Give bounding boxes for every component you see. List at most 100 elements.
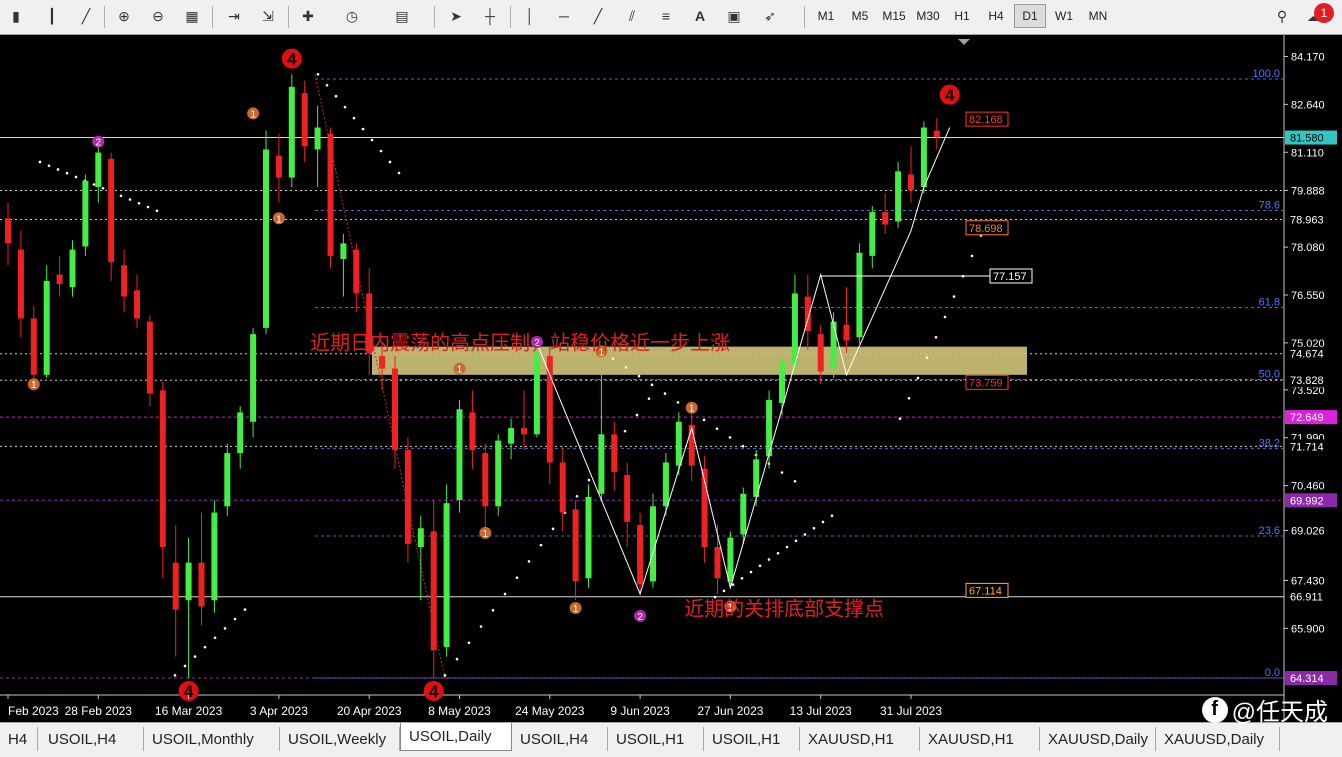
wave-marker-label: 1	[31, 380, 37, 391]
price-chart[interactable]: 100.078.661.850.038.223.60.044 4421112111…	[0, 35, 1342, 721]
candle-body	[340, 243, 347, 259]
price-tick-label: 76.550	[1291, 290, 1325, 302]
wave-marker-label: 4	[287, 50, 297, 69]
toolbar-separator	[510, 6, 511, 28]
wave-marker-label: 1	[250, 109, 256, 120]
candle-body	[843, 324, 850, 341]
sar-dot	[821, 520, 825, 524]
candle-body	[920, 127, 927, 187]
search-icon[interactable]: ⚲	[1270, 4, 1294, 28]
trendline-icon[interactable]: ╱	[586, 4, 610, 28]
candle-body	[288, 86, 295, 178]
candle-body	[172, 562, 179, 610]
timeframe-d1[interactable]: D1	[1014, 4, 1046, 28]
zoom-in-icon[interactable]: ⊕	[112, 4, 136, 28]
channel-icon[interactable]: ⫽	[620, 4, 644, 28]
wave-marker-label: 4	[945, 86, 955, 105]
candle-body	[263, 149, 269, 328]
candle-body	[856, 252, 863, 338]
symbol-tab[interactable]: XAUUSD,Daily	[1156, 727, 1280, 751]
candlestick-icon[interactable]: ┃	[40, 4, 64, 28]
horizontal-line-icon[interactable]: ─	[552, 4, 576, 28]
symbol-tab-partial[interactable]: H4	[0, 727, 38, 751]
symbol-tab[interactable]: XAUUSD,H1	[800, 727, 920, 751]
candle-body	[314, 127, 321, 150]
price-tag-text: 66.911	[1290, 592, 1323, 604]
auto-scroll-icon[interactable]: ⇲	[256, 4, 280, 28]
timeframe-h4[interactable]: H4	[980, 4, 1012, 28]
candle-body	[353, 249, 360, 294]
symbol-tab[interactable]: XAUUSD,H1	[920, 727, 1040, 751]
arrows-icon[interactable]: ➶	[758, 4, 782, 28]
alert-count-badge: 1	[1314, 3, 1334, 23]
sar-dot	[551, 527, 555, 531]
sar-dot	[183, 664, 187, 668]
chart-annotation: 近期的关排底部支撑点	[684, 597, 884, 621]
price-tick-label: 79.888	[1291, 186, 1325, 198]
sar-dot	[515, 576, 519, 579]
sar-dot	[623, 429, 627, 433]
candle-body	[675, 421, 682, 466]
symbol-tab[interactable]: USOIL,Monthly	[144, 727, 280, 751]
sar-dot	[203, 645, 207, 649]
timeframe-mn[interactable]: MN	[1082, 4, 1114, 28]
symbol-tab[interactable]: XAUUSD,Daily	[1040, 727, 1156, 751]
timeframe-m15[interactable]: M15	[878, 4, 910, 28]
sar-dot	[74, 175, 78, 179]
timeframe-h1[interactable]: H1	[946, 4, 978, 28]
timeframe-m30[interactable]: M30	[912, 4, 944, 28]
symbol-tab[interactable]: USOIL,H4	[512, 727, 608, 751]
time-tick-label: 31 Jul 2023	[880, 704, 942, 718]
chart-shift-icon[interactable]: ⇥	[222, 4, 246, 28]
sar-dot	[728, 436, 732, 439]
candle-body	[134, 290, 140, 319]
symbol-tab[interactable]: USOIL,Daily	[400, 723, 512, 751]
crosshair-icon[interactable]: ┼	[478, 4, 502, 28]
candle-body	[95, 152, 102, 187]
sar-dot	[379, 149, 383, 153]
time-tick-label: Feb 2023	[8, 704, 59, 718]
sar-dot	[741, 444, 745, 448]
sar-dot	[934, 335, 938, 339]
candle-body	[469, 412, 476, 450]
line-chart-icon[interactable]: ╱	[74, 4, 98, 28]
time-tick-label: 20 Apr 2023	[337, 704, 402, 718]
sar-dot	[794, 539, 798, 543]
candle-body	[559, 462, 566, 513]
candle-body	[572, 509, 579, 582]
symbol-tab[interactable]: USOIL,H4	[40, 727, 144, 751]
periods-clock-icon[interactable]: ◷	[340, 4, 364, 28]
tile-windows-icon[interactable]: ▦	[180, 4, 204, 28]
candle-body	[908, 174, 914, 191]
sar-dot	[749, 570, 753, 574]
sar-dot	[780, 471, 784, 474]
templates-icon[interactable]: ▤	[390, 4, 414, 28]
chart-shift-marker	[958, 39, 970, 45]
timeframe-m5[interactable]: M5	[844, 4, 876, 28]
candle-body	[250, 334, 257, 422]
symbol-tab[interactable]: USOIL,H1	[608, 727, 704, 751]
symbol-tab[interactable]: USOIL,H1	[704, 727, 800, 751]
timeframe-m1[interactable]: M1	[810, 4, 842, 28]
candle-body	[895, 171, 902, 222]
symbol-tab[interactable]: USOIL,Weekly	[280, 727, 400, 751]
price-label-text: 73.759	[969, 377, 1003, 389]
candle-body	[146, 321, 153, 394]
cursor-icon[interactable]: ➤	[444, 4, 468, 28]
sar-dot	[38, 160, 42, 164]
candle-body	[211, 512, 218, 601]
zoom-out-icon[interactable]: ⊖	[146, 4, 170, 28]
candle-body	[611, 434, 618, 472]
candle-body	[650, 506, 656, 582]
sar-dot	[952, 295, 956, 298]
bar-chart-icon[interactable]: ▮	[4, 4, 28, 28]
text-label-icon[interactable]: ▣	[722, 4, 746, 28]
fib-level-label: 23.6	[1259, 525, 1280, 537]
price-label-text: 67.114	[969, 585, 1002, 597]
fibonacci-icon[interactable]: ≡	[654, 4, 678, 28]
timeframe-w1[interactable]: W1	[1048, 4, 1080, 28]
vertical-line-icon[interactable]: │	[518, 4, 542, 28]
text-icon[interactable]: A	[688, 4, 712, 28]
indicators-icon[interactable]: ✚	[296, 4, 320, 28]
sar-dot	[128, 198, 132, 201]
